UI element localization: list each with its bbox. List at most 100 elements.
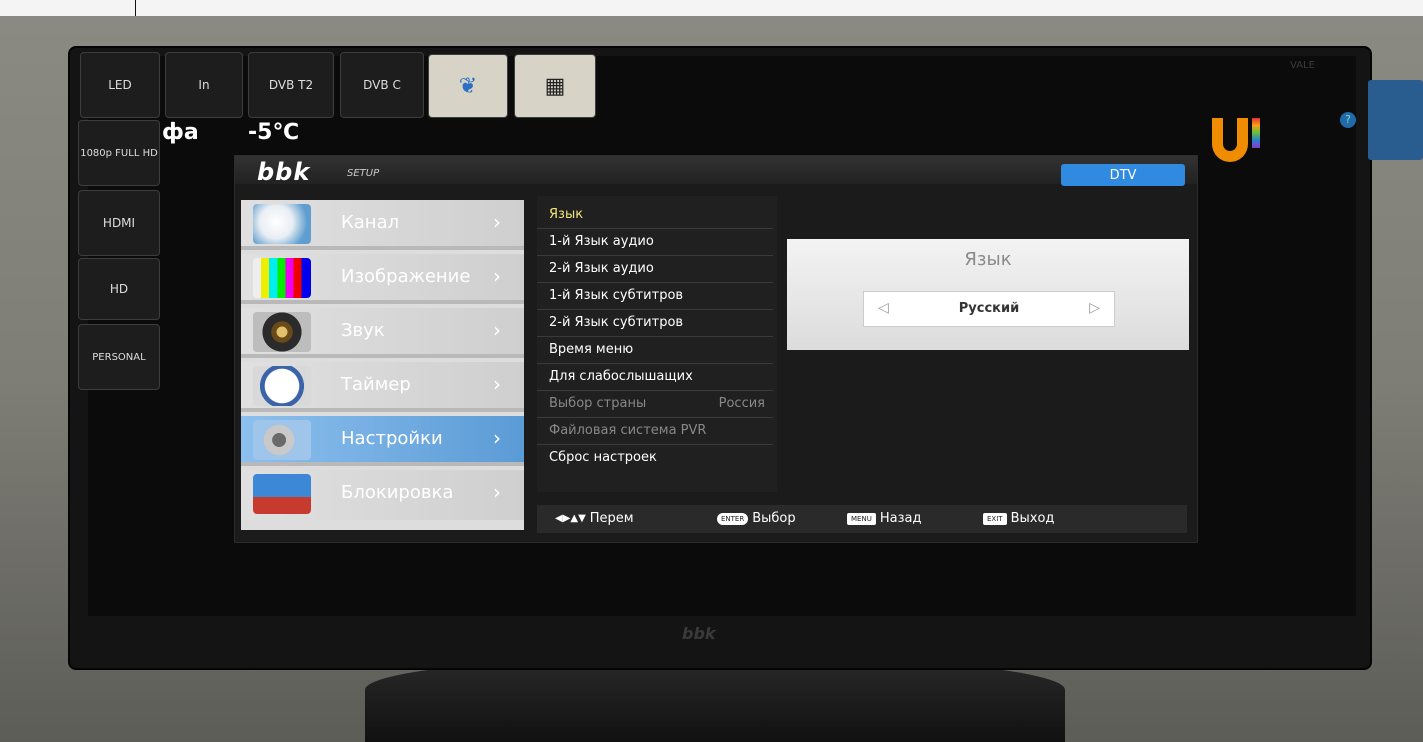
top-strip <box>0 0 1423 17</box>
hd-media-badge: HD <box>78 258 160 320</box>
category-channel[interactable]: Канал › <box>241 200 524 250</box>
settings-tools-icon <box>253 420 311 460</box>
menu-key-icon: MENU <box>847 512 876 525</box>
hint-exit-label: Выход <box>1010 511 1055 526</box>
option-value: Россия <box>718 396 765 411</box>
option-label: Язык <box>549 207 584 222</box>
option-label: Время меню <box>549 342 634 357</box>
led-badge: LED <box>80 52 160 118</box>
vale-label: VALE <box>1290 60 1315 71</box>
source-badge[interactable]: DTV <box>1061 164 1185 186</box>
hdmi-badge-label: HDMI <box>102 216 136 230</box>
chevron-right-icon: › <box>493 210 501 234</box>
hint-move: ◀▶▲▼ Перем <box>555 511 634 526</box>
option-label: Файловая система PVR <box>549 423 707 438</box>
option-country: Выбор страны Россия <box>537 391 773 418</box>
fullhd-badge-label: 1080p FULL HD <box>80 147 158 159</box>
option-label: Сброс настроек <box>549 450 657 465</box>
question-icon: ? <box>1340 112 1356 128</box>
option-audio-language-2[interactable]: 2-й Язык аудио <box>537 256 773 283</box>
category-settings[interactable]: Настройки › <box>241 416 524 466</box>
hdmi-badge: HDMI <box>78 190 160 256</box>
menu-header: bbk SETUP <box>235 156 1197 186</box>
panel-title: Язык <box>964 249 1012 270</box>
category-label: Блокировка <box>341 482 454 503</box>
chevron-right-icon: › <box>493 372 501 396</box>
exit-key-icon: EXIT <box>983 512 1007 525</box>
channel-logo-letter <box>1212 118 1248 162</box>
in-badge: In <box>165 52 243 118</box>
qr-sticker: ▦ <box>514 54 596 118</box>
dvbc-badge-label: DVB C <box>363 78 401 92</box>
option-label: Выбор страны <box>549 396 647 411</box>
clock-icon <box>253 366 311 406</box>
category-list: Канал › Изображение › Звук › Таймер › На… <box>241 200 524 530</box>
hint-move-label: Перем <box>589 511 634 526</box>
category-lock[interactable]: Блокировка › <box>241 470 524 520</box>
option-label: 1-й Язык аудио <box>549 234 654 249</box>
dvbt2-badge: DVB T2 <box>248 52 334 118</box>
option-hearing-impaired[interactable]: Для слабослышащих <box>537 364 773 391</box>
channel-logo-icon <box>1212 118 1260 164</box>
option-audio-language-1[interactable]: 1-й Язык аудио <box>537 229 773 256</box>
option-subtitle-language-1[interactable]: 1-й Язык субтитров <box>537 283 773 310</box>
test-pattern-icon <box>253 258 311 298</box>
hint-exit: EXIT Выход <box>983 511 1054 526</box>
option-label: Для слабослышащих <box>549 369 693 384</box>
bezel-logo: bbk <box>682 624 716 643</box>
satellite-dish-icon <box>253 204 311 244</box>
footer-hints: ◀▶▲▼ Перем ENTER Выбор MENU Назад EXIT В… <box>537 505 1187 533</box>
hint-back-label: Назад <box>879 511 922 526</box>
in-badge-label: In <box>198 78 210 92</box>
chevron-right-icon: › <box>493 318 501 342</box>
led-badge-label: LED <box>108 78 132 92</box>
option-label: 2-й Язык аудио <box>549 261 654 276</box>
arrow-right-icon[interactable]: ▷ <box>1089 300 1100 316</box>
hd-media-badge-label: HD <box>109 282 129 296</box>
settings-options-list: Язык 1-й Язык аудио 2-й Язык аудио 1-й Я… <box>537 196 777 492</box>
butterfly-sticker: ❦ <box>428 54 508 118</box>
arrow-keys-icon: ◀▶▲▼ <box>555 513 586 524</box>
qr-code-icon: ▦ <box>544 73 566 99</box>
option-label: 2-й Язык субтитров <box>549 315 684 330</box>
top-strip-cell <box>0 0 136 16</box>
category-sound[interactable]: Звук › <box>241 308 524 358</box>
language-value: Русский <box>958 301 1020 316</box>
hint-select: ENTER Выбор <box>717 511 796 526</box>
option-subtitle-language-2[interactable]: 2-й Язык субтитров <box>537 310 773 337</box>
category-label: Звук <box>341 320 385 341</box>
category-timer[interactable]: Таймер › <box>241 362 524 412</box>
setup-label: SETUP <box>347 168 380 179</box>
category-label: Таймер <box>341 374 411 395</box>
category-label: Настройки <box>341 428 443 449</box>
option-label: 1-й Язык субтитров <box>549 288 684 303</box>
speaker-icon <box>253 312 311 352</box>
fullhd-badge: 1080p FULL HD <box>78 120 160 186</box>
hint-back: MENU Назад <box>847 511 921 526</box>
option-menu-time[interactable]: Время меню <box>537 337 773 364</box>
hint-select-label: Выбор <box>752 511 796 526</box>
overlay-fa-text: фа <box>162 120 199 145</box>
side-price-card <box>1368 80 1423 160</box>
tv-stand <box>365 655 1065 742</box>
dvbc-badge: DVB C <box>340 52 424 118</box>
chevron-right-icon: › <box>493 264 501 288</box>
temperature-text: -5℃ <box>248 120 300 145</box>
category-label: Канал <box>341 212 400 233</box>
option-reset[interactable]: Сброс настроек <box>537 445 773 472</box>
setup-menu: bbk SETUP DTV Канал › Изображение › Звук… <box>234 155 1198 543</box>
category-label: Изображение <box>341 266 471 287</box>
butterfly-icon: ❦ <box>458 73 478 99</box>
dvbt2-badge-label: DVB T2 <box>268 78 314 92</box>
category-picture[interactable]: Изображение › <box>241 254 524 304</box>
personal-badge-label: PERSONAL <box>92 351 146 363</box>
option-language[interactable]: Язык <box>537 202 773 229</box>
chevron-right-icon: › <box>493 426 501 450</box>
language-selector[interactable]: ◁ Русский ▷ <box>863 291 1115 327</box>
enter-key-icon: ENTER <box>717 512 749 525</box>
bbk-logo: bbk <box>257 158 311 186</box>
lock-monitor-icon <box>253 474 311 514</box>
language-panel: Язык ◁ Русский ▷ <box>787 239 1189 350</box>
option-pvr-filesystem: Файловая система PVR <box>537 418 773 445</box>
channel-logo-bar <box>1252 118 1260 148</box>
